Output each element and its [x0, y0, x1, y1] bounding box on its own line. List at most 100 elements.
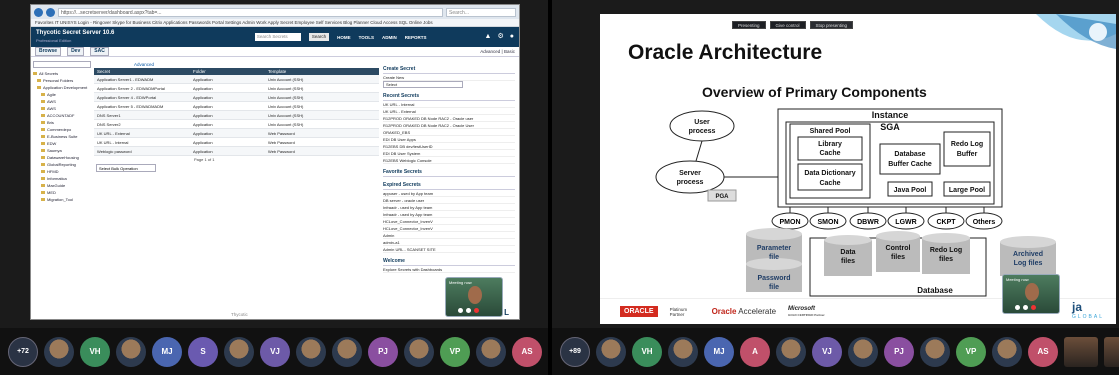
tree-item[interactable]: Migration_Tool: [33, 196, 91, 203]
tree-item[interactable]: HFMD: [33, 168, 91, 175]
tree-item[interactable]: MED: [33, 189, 91, 196]
participant-avatar[interactable]: [332, 336, 362, 367]
tree-item[interactable]: Personal Folders: [33, 77, 91, 84]
cell-secret[interactable]: Application Server 5 - EDWADMADM: [94, 102, 190, 110]
recent-secret-link[interactable]: R12EBS Weblogic Console: [383, 157, 515, 164]
folder-filter-input[interactable]: [33, 61, 91, 68]
gear-icon[interactable]: ⚙: [497, 33, 503, 41]
table-row[interactable]: Weblogic password Application Web Password: [94, 147, 379, 156]
col-template[interactable]: Template: [265, 68, 379, 75]
cell-secret[interactable]: UK URL - Internal: [94, 138, 190, 146]
participant-initials[interactable]: VH: [632, 336, 662, 367]
mic-icon[interactable]: [1015, 305, 1020, 310]
participant-initials[interactable]: AS: [1028, 336, 1058, 367]
mic-icon[interactable]: [458, 308, 463, 313]
tree-item[interactable]: All Secrets: [33, 70, 91, 77]
tree-item[interactable]: Bris: [33, 119, 91, 126]
advanced-basic-toggle[interactable]: Advanced | Basic: [480, 49, 515, 54]
tab-browse[interactable]: Browse: [35, 47, 62, 56]
camera-icon[interactable]: [1023, 305, 1028, 310]
participant-avatar[interactable]: [1104, 336, 1119, 367]
participant-avatar[interactable]: [296, 336, 326, 367]
notification-icon[interactable]: ▲: [485, 33, 492, 41]
address-bar[interactable]: https://...secretserver/dashboard.aspx?t…: [58, 7, 443, 17]
tree-item[interactable]: MaxGuide: [33, 182, 91, 189]
participant-initials[interactable]: MJ: [152, 336, 182, 367]
participant-initials[interactable]: S: [188, 336, 218, 367]
participant-initials[interactable]: MJ: [704, 336, 734, 367]
camera-icon[interactable]: [466, 308, 471, 313]
self-video-right[interactable]: Meeting now: [1002, 274, 1060, 314]
participant-initials[interactable]: PJ: [884, 336, 914, 367]
tab-sac[interactable]: SAC: [90, 47, 109, 56]
cell-secret[interactable]: UK URL - External: [94, 129, 190, 137]
table-row[interactable]: Application Server 5 - EDWADMADM Applicat…: [94, 102, 379, 111]
participant-avatar[interactable]: [920, 336, 950, 367]
menu-admin[interactable]: ADMIN: [382, 35, 397, 40]
search-button[interactable]: Search: [308, 33, 330, 41]
participant-initials[interactable]: PJ: [368, 336, 398, 367]
expired-secret-link[interactable]: admin-a1: [383, 239, 515, 246]
tree-item[interactable]: EDW: [33, 140, 91, 147]
tree-item[interactable]: GlobalReporting: [33, 161, 91, 168]
tree-item[interactable]: E-Business Suite: [33, 133, 91, 140]
tree-item[interactable]: AWS: [33, 105, 91, 112]
expired-secret-link[interactable]: Infraadr - used by App team: [383, 211, 515, 218]
expired-secret-link[interactable]: DB server - oracle user: [383, 197, 515, 204]
participant-initials[interactable]: VH: [80, 336, 110, 367]
table-row[interactable]: Application Server 2 - EDWADMPortal Appli…: [94, 84, 379, 93]
participant-avatar[interactable]: [44, 336, 74, 367]
participant-avatar[interactable]: [596, 336, 626, 367]
participant-avatar[interactable]: [992, 336, 1022, 367]
tree-item[interactable]: Agile: [33, 91, 91, 98]
recent-secret-link[interactable]: EDI DB User Apps: [383, 136, 515, 143]
recent-secret-link[interactable]: R12EBS DB dev/testUserID: [383, 143, 515, 150]
browser-search-input[interactable]: Search...: [446, 7, 516, 17]
participant-avatar[interactable]: [116, 336, 146, 367]
recent-secret-link[interactable]: EDI DB User System: [383, 150, 515, 157]
hang-up-icon[interactable]: [1031, 305, 1036, 310]
advanced-search-link[interactable]: Advanced: [94, 61, 379, 68]
participant-avatar[interactable]: [1064, 336, 1098, 367]
menu-home[interactable]: HOME: [337, 35, 351, 40]
participant-initials[interactable]: AS: [512, 336, 542, 367]
back-icon[interactable]: [34, 7, 43, 17]
participant-avatar[interactable]: [668, 336, 698, 367]
participant-avatar[interactable]: [776, 336, 806, 367]
expired-secret-link[interactable]: HCLove_Connector_InvenV: [383, 218, 515, 225]
cell-secret[interactable]: Weblogic password: [94, 147, 190, 155]
self-video-left[interactable]: Meeting now: [445, 277, 503, 317]
expired-secret-link[interactable]: Infraadr - used by App team: [383, 204, 515, 211]
stop-presenting-button[interactable]: Stop presenting: [809, 21, 854, 29]
cell-secret[interactable]: Application Server 2 - EDWADMPortal: [94, 84, 190, 92]
tree-item[interactable]: Commerdepo: [33, 126, 91, 133]
tree-item[interactable]: Application Development: [33, 84, 91, 91]
expired-secret-link[interactable]: HCLove_Connector_InvenV: [383, 225, 515, 232]
recent-secret-link[interactable]: ORAKED_EBS: [383, 129, 515, 136]
give-control-button[interactable]: Give control: [769, 21, 806, 29]
secret-search-input[interactable]: Search Secrets: [254, 33, 301, 41]
user-icon[interactable]: ●: [510, 33, 514, 41]
menu-tools[interactable]: TOOLS: [359, 35, 374, 40]
table-row[interactable]: Application Server1 - EDWADM Application U…: [94, 75, 379, 84]
col-folder[interactable]: Folder: [190, 68, 265, 75]
menu-reports[interactable]: REPORTS: [405, 35, 427, 40]
cell-secret[interactable]: DNS Server1: [94, 111, 190, 119]
app-logo[interactable]: Thycotic Secret Server 10.6 Professional…: [36, 30, 116, 44]
expired-secret-link[interactable]: Admin: [383, 232, 515, 239]
table-row[interactable]: Application Server 4 - EDWPortal Applicat…: [94, 93, 379, 102]
recent-secret-link[interactable]: UK URL - External: [383, 108, 515, 115]
cell-secret[interactable]: Application Server 4 - EDWPortal: [94, 93, 190, 101]
create-secret-select[interactable]: Select: [383, 81, 463, 88]
table-row[interactable]: DNS Server2 Application Unix Account (SSH): [94, 120, 379, 129]
participant-avatar[interactable]: [224, 336, 254, 367]
expired-secret-link[interactable]: Admin URL - SCANSET SITE: [383, 246, 515, 253]
cell-secret[interactable]: Application Server1 - EDWADM: [94, 75, 190, 83]
tab-dev[interactable]: Dev: [67, 47, 85, 56]
pager[interactable]: Page 1 of 1: [94, 156, 379, 164]
bulk-operation-select[interactable]: Select Bulk Operation: [96, 164, 156, 172]
more-participants-badge[interactable]: +72: [8, 336, 38, 367]
participant-avatar[interactable]: [848, 336, 878, 367]
recent-secret-link[interactable]: R12PROD ORAKED DB Node RAC2 - Oracle Use…: [383, 122, 515, 129]
participant-initials[interactable]: A: [740, 336, 770, 367]
